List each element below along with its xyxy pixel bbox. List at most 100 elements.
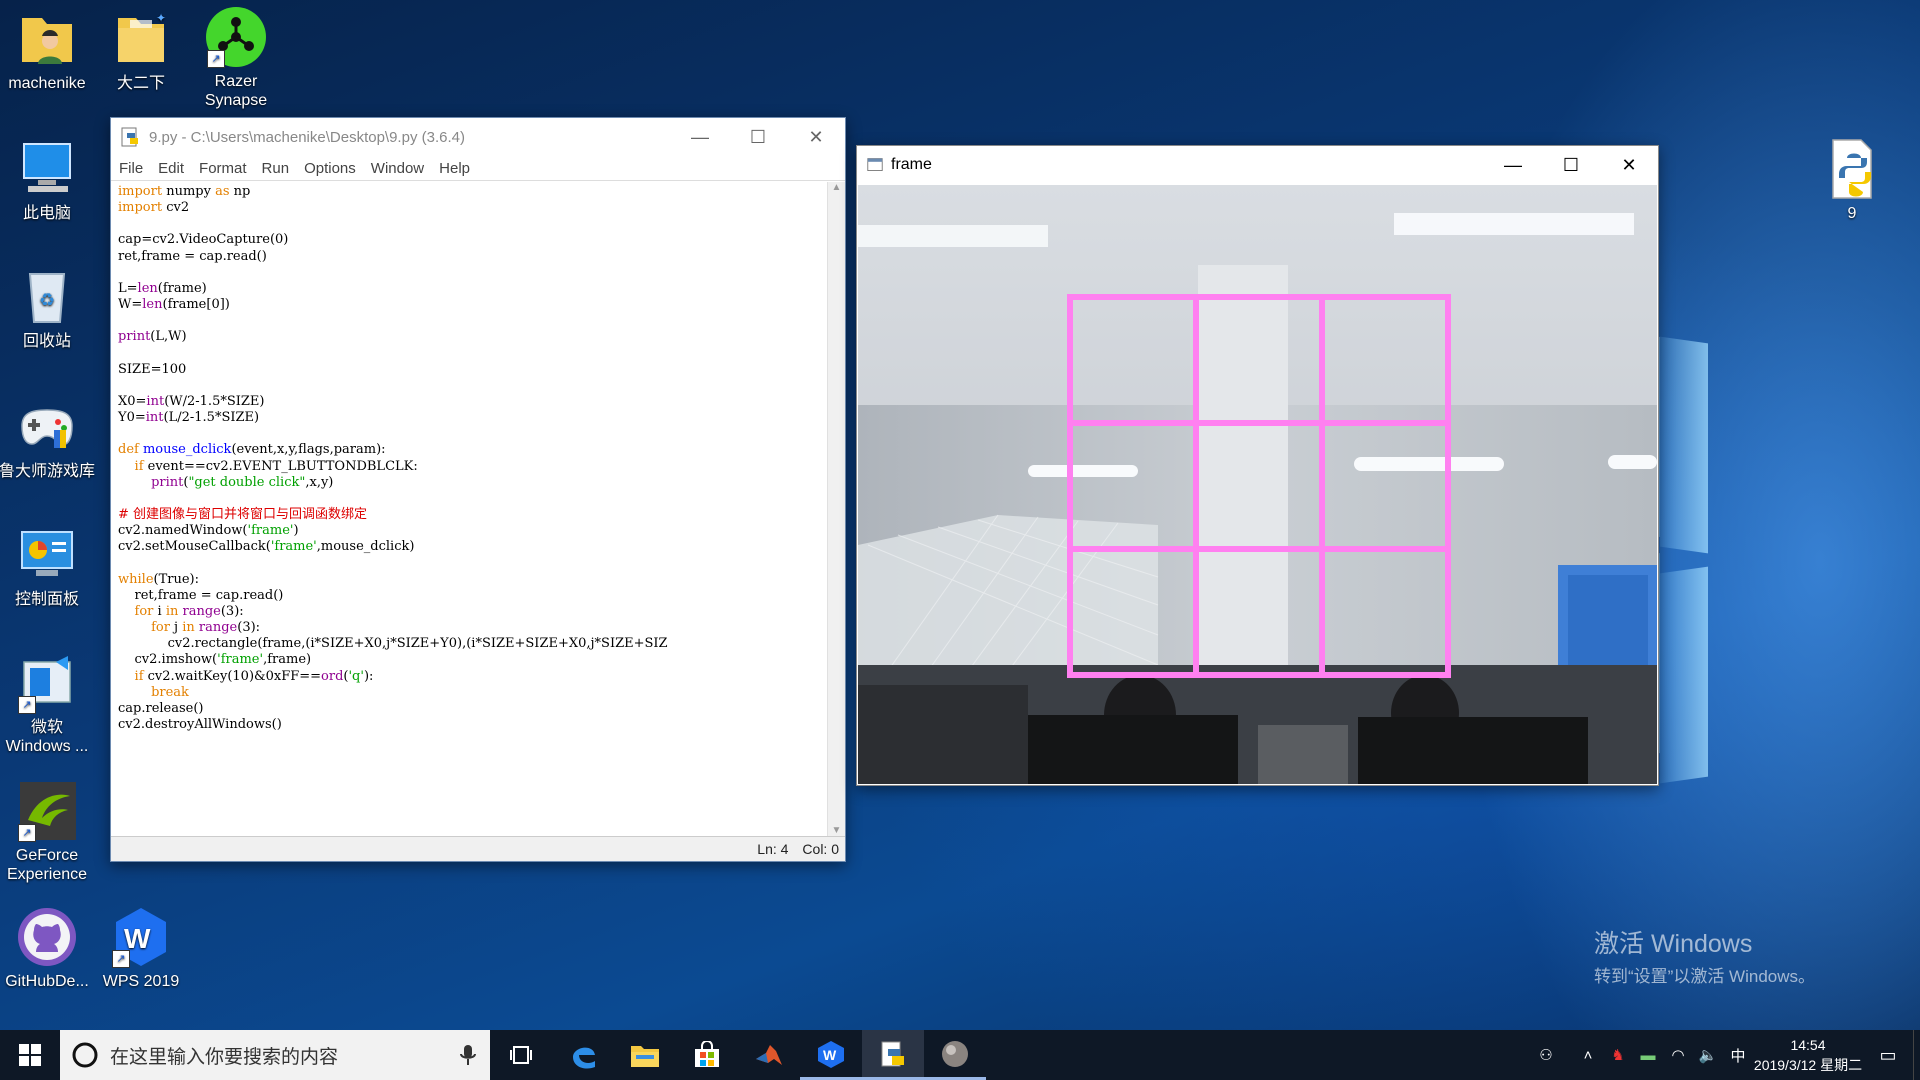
idle-window-title: 9.py - C:\Users\machenike\Desktop\9.py (… bbox=[149, 128, 465, 146]
idle-status-bar: Ln: 4 Col: 0 bbox=[111, 836, 845, 861]
code-line: while(True): bbox=[118, 571, 199, 587]
taskbar-store[interactable] bbox=[676, 1030, 738, 1080]
taskbar-matlab[interactable] bbox=[738, 1030, 800, 1080]
maximize-button[interactable]: ☐ bbox=[729, 118, 787, 156]
code-line: cv2.imshow('frame',frame) bbox=[118, 652, 312, 668]
clock[interactable]: 14:54 2019/3/12 星期二 bbox=[1753, 1035, 1863, 1075]
people-icon[interactable]: ⚇ bbox=[1531, 1046, 1561, 1064]
desktop-icon-label: Razer Synapse bbox=[204, 73, 268, 109]
matlab-icon bbox=[756, 1045, 782, 1065]
taskbar: 在这里输入你要搜索的内容 W ⚇ ˄ ♞ ▬ ◠ 🔈 中 14:54 2019/… bbox=[0, 1030, 1920, 1080]
code-line: import cv2 bbox=[118, 200, 190, 216]
scroll-down-icon[interactable]: ▼ bbox=[828, 825, 845, 836]
grid-cell bbox=[1193, 294, 1325, 426]
opencv-frame-window[interactable]: frame — ☐ ✕ bbox=[856, 145, 1659, 786]
task-view-button[interactable] bbox=[490, 1030, 552, 1080]
menu-window[interactable]: Window bbox=[371, 160, 424, 177]
notification-icon[interactable]: ▭ bbox=[1863, 1045, 1913, 1066]
menu-format[interactable]: Format bbox=[199, 160, 247, 177]
desktop-icon-this-pc[interactable]: 此电脑 bbox=[0, 138, 97, 223]
taskbar-file-explorer[interactable] bbox=[614, 1030, 676, 1080]
minimize-button[interactable]: — bbox=[671, 118, 729, 156]
code-line: cv2.destroyAllWindows() bbox=[118, 716, 282, 732]
scroll-up-icon[interactable]: ▲ bbox=[828, 182, 845, 193]
shortcut-arrow-icon: ↗ bbox=[18, 824, 36, 842]
code-line: cv2.rectangle(frame,(i*SIZE+X0,j*SIZE+Y0… bbox=[118, 636, 668, 652]
desktop-icon-machenike[interactable]: machenike bbox=[0, 8, 97, 93]
desktop-icon-wps[interactable]: W ↗ WPS 2019 bbox=[91, 906, 191, 991]
desktop-icon-label: 此电脑 bbox=[22, 205, 71, 222]
frame-title-bar[interactable]: frame — ☐ ✕ bbox=[857, 146, 1658, 184]
svg-text:♻: ♻ bbox=[39, 290, 55, 310]
tray-app-icon[interactable]: ♞ bbox=[1603, 1046, 1633, 1064]
windows-installer-icon: ↗ bbox=[16, 652, 78, 714]
taskbar-edge[interactable] bbox=[552, 1030, 614, 1080]
desktop-icon-razer[interactable]: ↗ Razer Synapse bbox=[186, 6, 286, 110]
code-line: cap.release() bbox=[118, 700, 204, 716]
desktop-icon-github[interactable]: GitHubDe... bbox=[0, 906, 97, 991]
file-explorer-icon bbox=[631, 1046, 659, 1067]
code-editor[interactable]: import numpy as np import cv2 cap=cv2.Vide… bbox=[111, 182, 827, 836]
taskbar-wps[interactable]: W bbox=[800, 1030, 862, 1080]
taskbar-python-idle[interactable] bbox=[862, 1030, 924, 1080]
battery-icon[interactable]: ▬ bbox=[1633, 1047, 1663, 1064]
column-indicator: Col: 0 bbox=[802, 841, 839, 857]
microphone-icon[interactable] bbox=[460, 1044, 476, 1066]
code-line: L=len(frame) bbox=[118, 280, 207, 296]
desktop-icon-label: 回收站 bbox=[22, 333, 71, 350]
task-view-icon bbox=[510, 1046, 532, 1064]
close-button[interactable]: ✕ bbox=[1600, 146, 1658, 184]
grid-cell bbox=[1319, 546, 1451, 678]
code-line: Y0=int(L/2-1.5*SIZE) bbox=[118, 410, 260, 426]
desktop-icon-python-file[interactable]: 9 bbox=[1802, 138, 1902, 223]
shortcut-arrow-icon: ↗ bbox=[18, 696, 36, 714]
desktop-icon-recycle-bin[interactable]: ♻ 回收站 bbox=[0, 266, 97, 351]
code-line: print(L,W) bbox=[118, 329, 187, 345]
show-desktop-button[interactable] bbox=[1913, 1030, 1920, 1080]
menu-options[interactable]: Options bbox=[304, 160, 356, 177]
ime-indicator[interactable]: 中 bbox=[1723, 1045, 1753, 1066]
code-line: if cv2.waitKey(10)&0xFF==ord('q'): bbox=[134, 668, 374, 684]
code-line: ret,frame = cap.read() bbox=[118, 248, 267, 264]
grid-cell bbox=[1193, 420, 1325, 552]
network-icon[interactable]: ◠ bbox=[1663, 1046, 1693, 1064]
desktop-icon-windows-installer[interactable]: ↗ 微软 Windows ... bbox=[0, 652, 97, 756]
close-button[interactable]: ✕ bbox=[787, 118, 845, 156]
menu-file[interactable]: File bbox=[119, 160, 143, 177]
store-icon bbox=[695, 1041, 719, 1067]
idle-title-bar[interactable]: 9.py - C:\Users\machenike\Desktop\9.py (… bbox=[111, 118, 845, 156]
menu-help[interactable]: Help bbox=[439, 160, 470, 177]
activation-watermark: 激活 Windows 转到“设置”以激活 Windows。 bbox=[1594, 924, 1815, 987]
desktop-icon-folder[interactable]: ✦ 大二下 bbox=[91, 8, 191, 93]
python-idle-icon bbox=[121, 127, 138, 147]
desktop-icon-control-panel[interactable]: 控制面板 bbox=[0, 524, 97, 609]
system-tray: ⚇ ˄ ♞ ▬ ◠ 🔈 中 14:54 2019/3/12 星期二 ▭ bbox=[1531, 1030, 1920, 1080]
code-line: break bbox=[151, 684, 189, 700]
wps-icon: W bbox=[818, 1040, 844, 1068]
menu-edit[interactable]: Edit bbox=[158, 160, 184, 177]
taskbar-app-ball[interactable] bbox=[924, 1030, 986, 1080]
desktop-icon-label: 控制面板 bbox=[14, 591, 79, 608]
taskbar-search-box[interactable]: 在这里输入你要搜索的内容 bbox=[60, 1030, 490, 1080]
desktop-icon-game-library[interactable]: 鲁大师游戏库 bbox=[0, 396, 97, 481]
minimize-button[interactable]: — bbox=[1484, 146, 1542, 184]
line-indicator: Ln: 4 bbox=[757, 841, 789, 857]
code-line: ret,frame = cap.read() bbox=[118, 587, 284, 603]
maximize-button[interactable]: ☐ bbox=[1542, 146, 1600, 184]
menu-run[interactable]: Run bbox=[262, 160, 290, 177]
camera-frame[interactable] bbox=[858, 185, 1657, 784]
grid-cell bbox=[1067, 546, 1199, 678]
code-line: for j in range(3): bbox=[151, 620, 261, 636]
chevron-up-icon[interactable]: ˄ bbox=[1573, 1047, 1603, 1064]
vertical-scrollbar[interactable]: ▲ ▼ bbox=[827, 182, 845, 836]
code-line: for i in range(3): bbox=[134, 603, 244, 619]
geforce-icon: ↗ bbox=[16, 780, 78, 842]
search-placeholder: 在这里输入你要搜索的内容 bbox=[110, 1046, 339, 1068]
volume-muted-icon[interactable]: 🔈 bbox=[1693, 1046, 1723, 1064]
wps-icon: W ↗ bbox=[110, 906, 172, 968]
start-button[interactable] bbox=[0, 1030, 60, 1080]
idle-editor-window[interactable]: 9.py - C:\Users\machenike\Desktop\9.py (… bbox=[110, 117, 846, 862]
desktop-icon-label: 微软 Windows ... bbox=[5, 719, 89, 755]
grid-cell bbox=[1319, 420, 1451, 552]
desktop-icon-geforce[interactable]: ↗ GeForce Experience bbox=[0, 780, 97, 884]
